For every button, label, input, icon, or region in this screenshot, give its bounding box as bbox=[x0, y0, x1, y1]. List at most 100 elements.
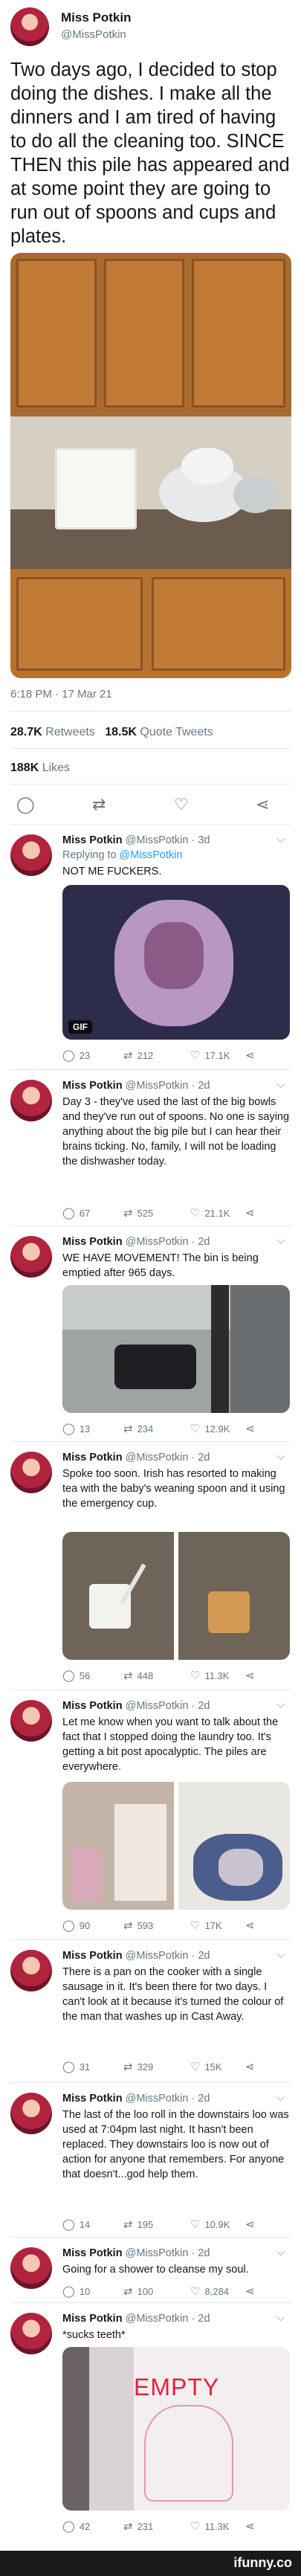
reply-button[interactable]: ◯ 56 bbox=[62, 1669, 90, 1682]
avatar[interactable] bbox=[10, 1452, 52, 1493]
author-name[interactable]: Miss Potkin bbox=[62, 834, 123, 846]
reply-button[interactable]: ◯ 42 bbox=[62, 2519, 90, 2533]
avatar[interactable] bbox=[10, 1080, 52, 1121]
chevron-down-icon[interactable]: ⌵ bbox=[276, 1698, 285, 1711]
retweet-button[interactable]: ⇄ 212 bbox=[123, 1049, 153, 1062]
like-button[interactable]: ♡ 8,284 bbox=[190, 2284, 229, 2298]
chevron-down-icon[interactable]: ⌵ bbox=[276, 2246, 285, 2258]
share-button[interactable]: ⋖ bbox=[245, 2284, 259, 2298]
author-name[interactable]: Miss Potkin bbox=[62, 1452, 123, 1464]
retweet-icon[interactable]: ⇄ bbox=[92, 796, 106, 814]
author-name[interactable]: Miss Potkin bbox=[62, 1700, 123, 1712]
reply-time[interactable]: 2d bbox=[198, 2313, 210, 2325]
author-name[interactable]: Miss Potkin bbox=[62, 2313, 123, 2325]
like-button[interactable]: ♡ 11.3K bbox=[190, 1669, 229, 1682]
reply-button[interactable]: ◯ 10 bbox=[62, 2284, 90, 2298]
reply-time[interactable]: 2d bbox=[198, 1236, 210, 1248]
share-button[interactable]: ⋖ bbox=[245, 2519, 259, 2533]
chevron-down-icon[interactable]: ⌵ bbox=[276, 833, 285, 846]
comment-icon[interactable]: ◯ bbox=[16, 796, 35, 814]
reply-time[interactable]: 2d bbox=[198, 1452, 210, 1464]
reply-time[interactable]: 2d bbox=[198, 1950, 210, 1962]
heart-icon[interactable]: ♡ bbox=[174, 796, 189, 814]
avatar[interactable] bbox=[10, 1950, 52, 1991]
tweet-timestamp[interactable]: 6:18 PM · 17 Mar 21 bbox=[10, 688, 112, 701]
reply-button[interactable]: ◯ 67 bbox=[62, 1206, 90, 1220]
retweet-button[interactable]: ⇄ 195 bbox=[123, 2218, 153, 2231]
reply-photo-tea[interactable] bbox=[62, 1532, 290, 1660]
share-button[interactable]: ⋖ bbox=[245, 1049, 259, 1062]
reply-photo-empty-roll[interactable]: EMPTY bbox=[62, 2347, 290, 2511]
reply-photo-bin[interactable] bbox=[62, 1285, 290, 1413]
author-name[interactable]: Miss Potkin bbox=[61, 10, 131, 25]
share-icon[interactable]: ⋖ bbox=[256, 796, 269, 814]
chevron-down-icon[interactable]: ⌵ bbox=[276, 1078, 285, 1091]
author-handle[interactable]: @MissPotkin bbox=[126, 1236, 189, 1248]
quotes-label[interactable]: Quote Tweets bbox=[140, 726, 213, 738]
reply-gif[interactable]: GIF bbox=[62, 885, 290, 1040]
like-button[interactable]: ♡ 17K bbox=[190, 1919, 222, 1932]
author-name[interactable]: Miss Potkin bbox=[62, 2247, 123, 2259]
chevron-down-icon[interactable]: ⌵ bbox=[276, 1234, 285, 1247]
author-handle[interactable]: @MissPotkin bbox=[126, 834, 189, 846]
author-handle[interactable]: @MissPotkin bbox=[126, 1452, 189, 1464]
like-button[interactable]: ♡ 12.9K bbox=[190, 1422, 230, 1435]
quotes-count[interactable]: 18.5K bbox=[105, 726, 137, 738]
avatar[interactable] bbox=[10, 2093, 52, 2134]
avatar[interactable] bbox=[10, 1700, 52, 1742]
avatar[interactable] bbox=[10, 2313, 52, 2354]
chevron-down-icon[interactable]: ⌵ bbox=[276, 1450, 285, 1463]
share-button[interactable]: ⋖ bbox=[245, 2060, 259, 2073]
reply-time[interactable]: 3d bbox=[198, 834, 210, 846]
reply-button[interactable]: ◯ 90 bbox=[62, 1919, 90, 1932]
reply-time[interactable]: 2d bbox=[198, 1080, 210, 1092]
retweet-button[interactable]: ⇄ 231 bbox=[123, 2519, 153, 2533]
share-button[interactable]: ⋖ bbox=[245, 2218, 259, 2231]
author-handle[interactable]: @MissPotkin bbox=[126, 2313, 189, 2325]
reply-button[interactable]: ◯ 31 bbox=[62, 2060, 90, 2073]
retweet-button[interactable]: ⇄ 329 bbox=[123, 2060, 153, 2073]
retweet-button[interactable]: ⇄ 234 bbox=[123, 1422, 153, 1435]
author-handle[interactable]: @MissPotkin bbox=[126, 2247, 189, 2259]
retweet-button[interactable]: ⇄ 100 bbox=[123, 2284, 153, 2298]
retweet-button[interactable]: ⇄ 448 bbox=[123, 1669, 153, 1682]
reply-photo-laundry[interactable] bbox=[62, 1782, 290, 1910]
retweets-label[interactable]: Retweets bbox=[45, 726, 95, 738]
chevron-down-icon[interactable]: ⌵ bbox=[276, 2311, 285, 2324]
tweet-photo-kitchen[interactable] bbox=[10, 253, 291, 678]
reply-button[interactable]: ◯ 13 bbox=[62, 1422, 90, 1435]
share-button[interactable]: ⋖ bbox=[245, 1919, 259, 1932]
author-name[interactable]: Miss Potkin bbox=[62, 1950, 123, 1962]
tweet-likes[interactable]: 188K Likes bbox=[10, 761, 70, 775]
like-button[interactable]: ♡ 11.3K bbox=[190, 2519, 229, 2533]
retweets-count[interactable]: 28.7K bbox=[10, 726, 42, 738]
chevron-down-icon[interactable]: ⌵ bbox=[276, 2091, 285, 2104]
like-button[interactable]: ♡ 10.9K bbox=[190, 2218, 230, 2231]
avatar[interactable] bbox=[10, 834, 52, 876]
like-button[interactable]: ♡ 15K bbox=[190, 2060, 222, 2073]
avatar[interactable] bbox=[10, 1236, 52, 1278]
share-button[interactable]: ⋖ bbox=[245, 1422, 259, 1435]
author-handle[interactable]: @MissPotkin bbox=[126, 1700, 189, 1712]
avatar[interactable] bbox=[10, 7, 49, 46]
author-name[interactable]: Miss Potkin bbox=[62, 2093, 123, 2105]
like-button[interactable]: ♡ 17.1K bbox=[190, 1049, 230, 1062]
share-button[interactable]: ⋖ bbox=[245, 1206, 259, 1220]
reply-time[interactable]: 2d bbox=[198, 2247, 210, 2259]
retweet-button[interactable]: ⇄ 593 bbox=[123, 1919, 153, 1932]
author-handle[interactable]: @MissPotkin bbox=[61, 28, 126, 41]
reply-button[interactable]: ◯ 14 bbox=[62, 2218, 90, 2231]
like-button[interactable]: ♡ 21.1K bbox=[190, 1206, 230, 1220]
replying-to-link[interactable]: @MissPotkin bbox=[120, 849, 183, 861]
author-handle[interactable]: @MissPotkin bbox=[126, 1080, 189, 1092]
author-handle[interactable]: @MissPotkin bbox=[126, 2093, 189, 2105]
retweet-button[interactable]: ⇄ 525 bbox=[123, 1206, 153, 1220]
author-handle[interactable]: @MissPotkin bbox=[126, 1950, 189, 1962]
reply-time[interactable]: 2d bbox=[198, 2093, 210, 2105]
chevron-down-icon[interactable]: ⌵ bbox=[276, 1948, 285, 1961]
reply-button[interactable]: ◯ 23 bbox=[62, 1049, 90, 1062]
author-name[interactable]: Miss Potkin bbox=[62, 1080, 123, 1092]
author-name[interactable]: Miss Potkin bbox=[62, 1236, 123, 1248]
reply-time[interactable]: 2d bbox=[198, 1700, 210, 1712]
share-button[interactable]: ⋖ bbox=[245, 1669, 259, 1682]
